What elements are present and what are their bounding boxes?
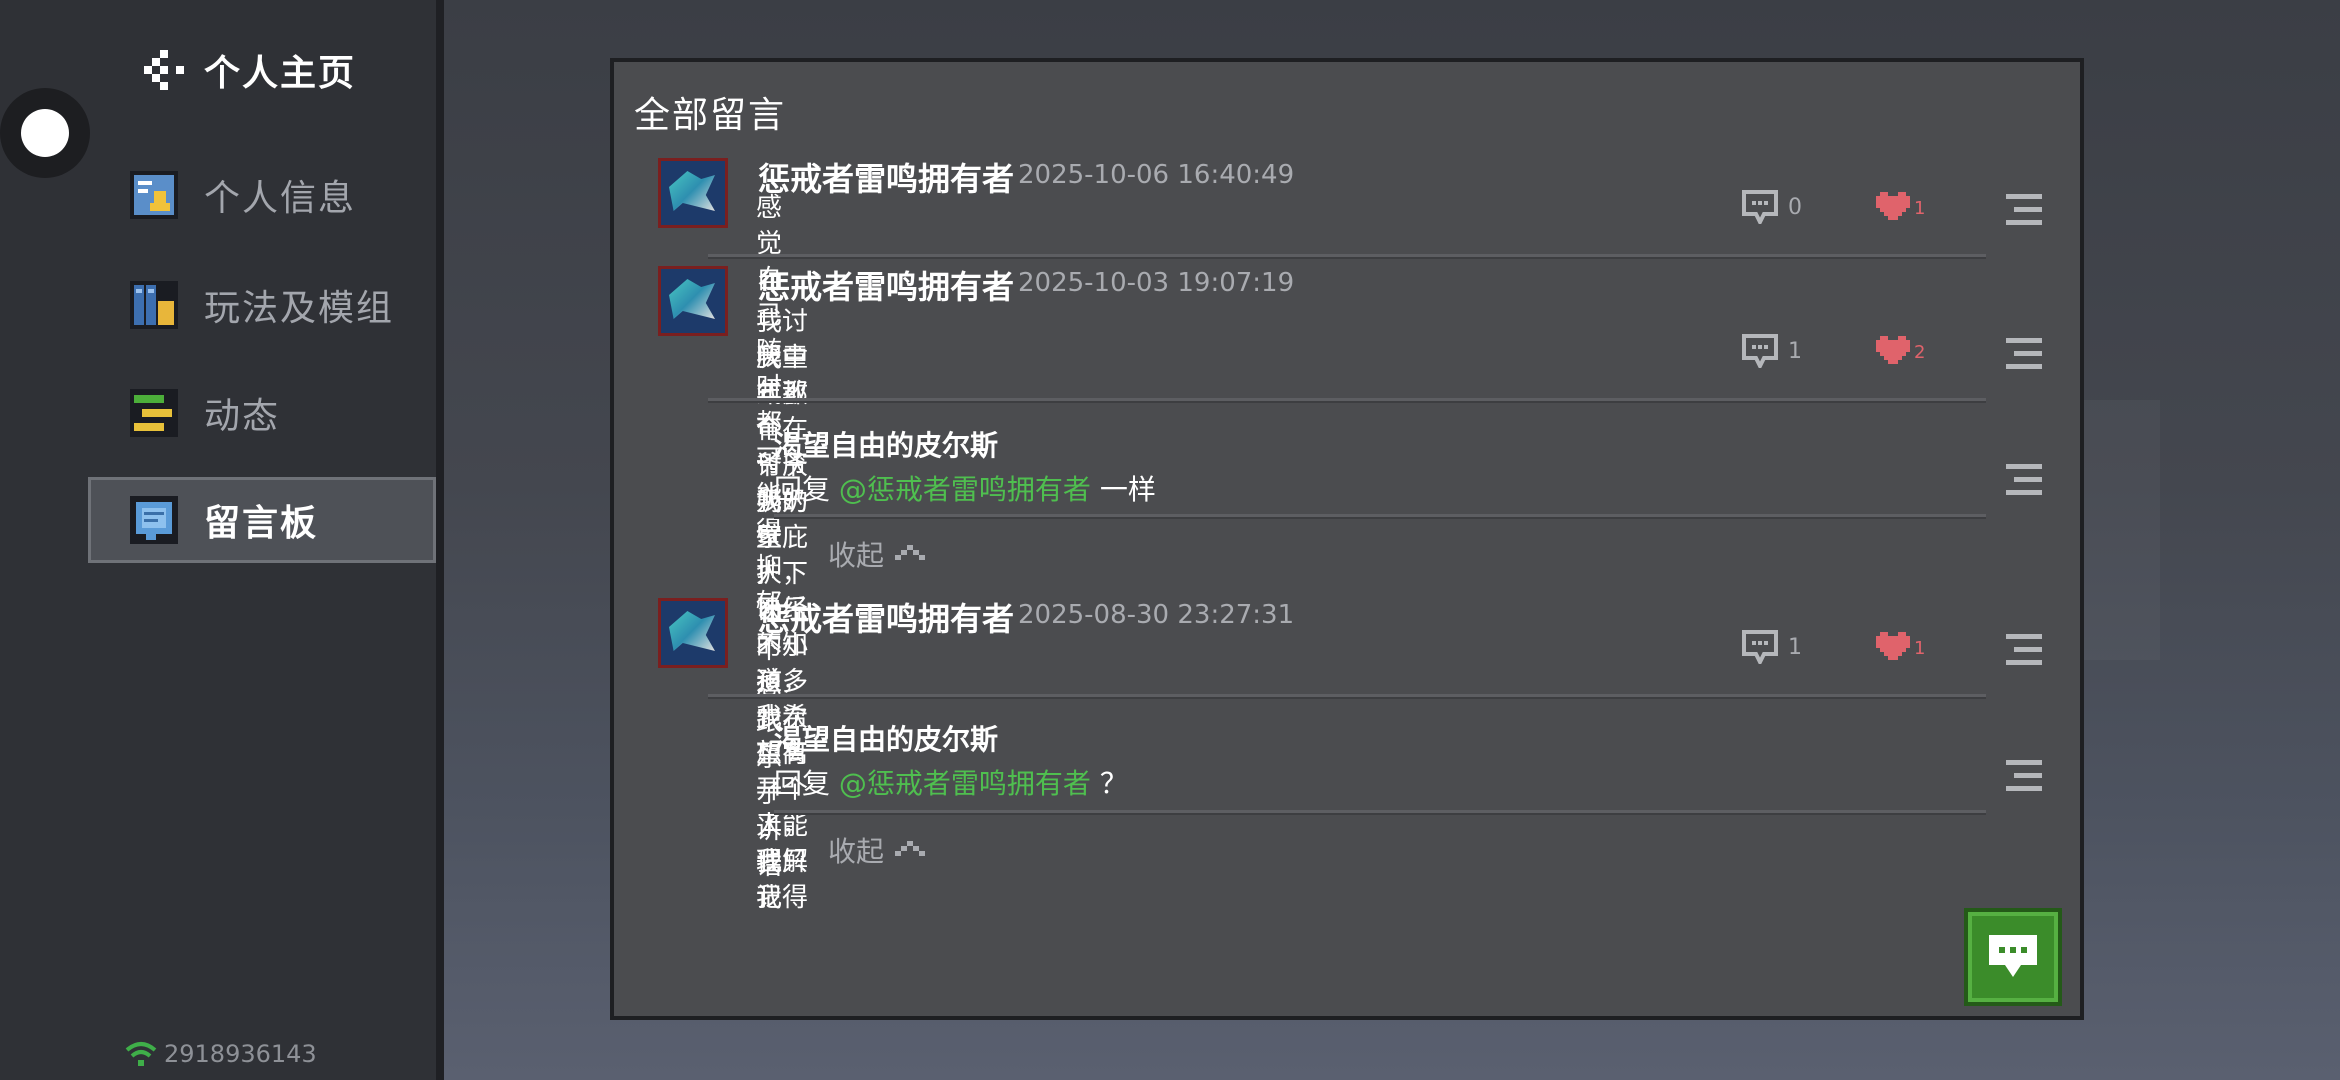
reply-body: 一样 <box>1099 473 1156 506</box>
user-id: 2918936143 <box>124 1040 317 1068</box>
reply-text: 回复 @惩戒者雷鸣拥有者 ？ <box>774 762 1128 802</box>
chevron-up-icon <box>895 545 926 560</box>
divider <box>708 398 1986 403</box>
collapse-label: 收起 <box>828 835 885 868</box>
sidebar-item-mods[interactable]: 玩法及模组 <box>88 262 436 348</box>
message-board-icon <box>128 494 180 546</box>
wifi-icon <box>125 1042 157 1066</box>
reply-text: 回复 @惩戒者雷鸣拥有者 一样 <box>774 468 1156 508</box>
heart-icon <box>1876 336 1910 364</box>
page-title: 个人主页 <box>204 53 357 94</box>
comment-author[interactable]: 惩戒者雷鸣拥有者 <box>758 154 1014 200</box>
sidebar-item-label: 个人信息 <box>204 178 357 219</box>
avatar[interactable] <box>658 266 728 336</box>
back-button[interactable]: 个人主页 <box>136 44 356 96</box>
reply-prefix: 回复 <box>774 767 831 800</box>
sidebar-item-message-board[interactable]: 留言板 <box>88 477 436 563</box>
like-button[interactable]: 1 <box>1874 190 1925 226</box>
avatar[interactable] <box>658 158 728 228</box>
mention-link[interactable]: @惩戒者雷鸣拥有者 <box>839 473 1091 506</box>
feed-icon <box>128 387 180 439</box>
mention-link[interactable]: @惩戒者雷鸣拥有者 <box>839 767 1091 800</box>
reply-count: 1 <box>1788 634 1802 660</box>
divider <box>774 514 1986 519</box>
avatar[interactable] <box>658 598 728 668</box>
sidebar-item-label: 留言板 <box>204 503 319 544</box>
message-board-panel: 全部留言 惩戒者雷鸣拥有者 2025-10-06 16:40:49 感觉自己随时… <box>610 58 2084 1020</box>
comment-bubble-icon <box>1742 334 1778 368</box>
collapse-replies-button[interactable]: 收起 <box>828 534 926 574</box>
floating-assist-button[interactable] <box>0 88 90 178</box>
comment-author[interactable]: 惩戒者雷鸣拥有者 <box>758 594 1014 640</box>
write-message-button[interactable] <box>1964 908 2062 1006</box>
divider <box>708 694 1986 699</box>
comment-author[interactable]: 惩戒者雷鸣拥有者 <box>758 262 1014 308</box>
reply-author[interactable]: 渴望自由的皮尔斯 <box>774 718 998 758</box>
comment-bubble-icon <box>1742 190 1778 224</box>
more-menu-icon[interactable] <box>2006 338 2042 370</box>
divider <box>708 254 1986 259</box>
comment-time: 2025-10-06 16:40:49 <box>1018 160 1295 190</box>
reply-prefix: 回复 <box>774 473 831 506</box>
collapse-label: 收起 <box>828 539 885 572</box>
more-menu-icon[interactable] <box>2006 760 2042 792</box>
like-count: 1 <box>1914 197 1926 219</box>
sidebar-item-profile-info[interactable]: 个人信息 <box>88 152 436 238</box>
sidebar-divider <box>436 0 444 1080</box>
reply-count: 0 <box>1788 194 1802 220</box>
comment-bubble-icon <box>1742 630 1778 664</box>
comment-text: 不想跟乐子讲话 <box>756 635 783 881</box>
reply-count-button[interactable]: 1 <box>1742 630 1802 664</box>
collapse-replies-button[interactable]: 收起 <box>828 830 926 870</box>
sidebar-item-feed[interactable]: 动态 <box>88 370 436 456</box>
reply-count: 1 <box>1788 338 1802 364</box>
more-menu-icon[interactable] <box>2006 194 2042 226</box>
more-menu-icon[interactable] <box>2006 464 2042 496</box>
mods-icon <box>128 279 180 331</box>
sidebar-item-label: 动态 <box>204 396 281 437</box>
like-button[interactable]: 2 <box>1874 334 1925 370</box>
like-button[interactable]: 1 <box>1874 630 1925 666</box>
reply-count-button[interactable]: 1 <box>1742 334 1802 368</box>
sidebar-item-label: 玩法及模组 <box>204 288 395 329</box>
user-id-value: 2918936143 <box>164 1040 317 1068</box>
reply-author[interactable]: 渴望自由的皮尔斯 <box>774 424 998 464</box>
panel-title: 全部留言 <box>634 95 787 136</box>
comment-time: 2025-08-30 23:27:31 <box>1018 600 1295 630</box>
like-count: 1 <box>1914 637 1926 659</box>
heart-icon <box>1876 192 1910 220</box>
reply-body: ？ <box>1099 767 1128 800</box>
profile-card-icon <box>128 169 180 221</box>
divider <box>774 810 1986 815</box>
like-count: 2 <box>1914 341 1926 363</box>
heart-icon <box>1876 632 1910 660</box>
reply-count-button[interactable]: 0 <box>1742 190 1802 224</box>
chevron-up-icon <box>895 841 926 856</box>
chat-bubble-icon <box>1989 935 2037 977</box>
back-arrow-icon <box>136 50 186 90</box>
more-menu-icon[interactable] <box>2006 634 2042 666</box>
comment-time: 2025-10-03 19:07:19 <box>1018 268 1295 298</box>
